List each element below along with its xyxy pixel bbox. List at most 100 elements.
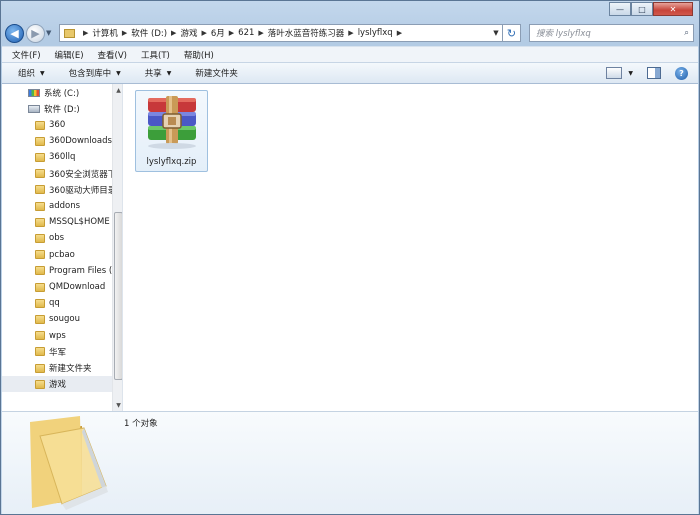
folder-icon — [35, 379, 45, 389]
include-library-button[interactable]: 包含到库中 ▼ — [69, 67, 121, 79]
organize-label: 组织 — [18, 69, 36, 79]
new-folder-button[interactable]: 新建文件夹 — [195, 67, 238, 79]
chevron-right-icon[interactable]: ▶ — [258, 29, 263, 37]
close-button[interactable]: ✕ — [653, 2, 693, 16]
nav-item-label: 360 — [49, 120, 66, 130]
address-dropdown-icon[interactable]: ▼ — [490, 29, 502, 37]
scroll-down-icon[interactable]: ▼ — [113, 399, 122, 411]
winrar-archive-icon — [148, 96, 196, 149]
preview-pane-icon[interactable] — [647, 67, 661, 79]
folder-icon — [35, 266, 45, 276]
address-bar[interactable]: ▶ 计算机 ▶ 软件 (D:) ▶ 游戏 ▶ 6月 ▶ 621 ▶ 落叶水蓝音符… — [59, 24, 503, 42]
nav-folder-item[interactable]: 360 — [2, 117, 112, 133]
history-dropdown-icon[interactable]: ▼ — [46, 29, 56, 37]
chevron-right-icon[interactable]: ▶ — [122, 29, 127, 37]
chevron-right-icon[interactable]: ▶ — [348, 29, 353, 37]
nav-folder-item[interactable]: 360llq — [2, 149, 112, 165]
menu-bar: 文件(F) 编辑(E) 查看(V) 工具(T) 帮助(H) — [2, 46, 698, 62]
nav-item-label: 360Downloads — [49, 136, 112, 147]
folder-icon — [35, 233, 45, 243]
details-pane: 1 个对象 — [2, 411, 698, 514]
scroll-up-icon[interactable]: ▲ — [113, 84, 122, 96]
nav-item-label: 游戏 — [49, 380, 67, 391]
nav-item-label: sougou — [49, 314, 80, 325]
nav-item-software-drive[interactable]: 软件 (D:) — [2, 101, 112, 117]
nav-folder-item[interactable]: obs — [2, 230, 112, 246]
nav-item-label: 360驱动大师目录 — [49, 185, 112, 196]
nav-scrollbar[interactable]: ▲ ▼ — [112, 84, 122, 411]
file-item[interactable]: lyslyflxq.zip — [135, 90, 208, 172]
change-view-icon[interactable] — [606, 67, 623, 79]
scrollbar-thumb[interactable] — [114, 212, 122, 380]
chevron-right-icon[interactable]: ▶ — [397, 29, 402, 37]
folder-icon — [35, 217, 45, 227]
nav-folder-item[interactable]: MSSQL$HOME — [2, 214, 112, 230]
nav-folder-item[interactable]: 华军 — [2, 344, 112, 360]
folder-icon — [30, 416, 108, 510]
nav-item-label: pcbao — [49, 249, 75, 260]
breadcrumb-games[interactable]: 游戏 — [180, 27, 197, 39]
menu-view[interactable]: 查看(V) — [98, 49, 127, 61]
navigation-pane: 系统 (C:) 软件 (D:) 360 360Downloads 360llq 360… — [2, 84, 123, 411]
nav-item-label: 软件 (D:) — [44, 105, 80, 115]
share-button[interactable]: 共享 ▼ — [145, 67, 172, 79]
nav-item-label: 华军 — [49, 347, 67, 358]
breadcrumb-drive-d[interactable]: 软件 (D:) — [131, 27, 167, 39]
nav-item-system-drive[interactable]: 系统 (C:) — [2, 85, 112, 101]
minimize-button[interactable]: — — [609, 2, 631, 16]
nav-item-label: Program Files ( — [49, 265, 112, 276]
search-input[interactable]: 搜索 lyslyflxq ⌕ — [529, 24, 694, 42]
nav-folder-item[interactable]: wps — [2, 328, 112, 344]
new-folder-label: 新建文件夹 — [195, 69, 238, 79]
nav-folder-item[interactable]: qq — [2, 295, 112, 311]
explorer-window: — □ ✕ ◀ ▶ ▼ ▶ 计算机 ▶ 软件 (D:) ▶ 游戏 ▶ 6月 ▶ … — [0, 0, 700, 515]
folder-icon — [35, 136, 45, 146]
breadcrumb-computer[interactable]: 计算机 — [92, 27, 118, 39]
nav-folder-item[interactable]: 360Downloads — [2, 133, 112, 149]
breadcrumb-june[interactable]: 6月 — [211, 27, 225, 39]
menu-file[interactable]: 文件(F) — [12, 49, 41, 61]
chevron-down-icon: ▼ — [116, 69, 121, 77]
drive-icon — [28, 105, 40, 113]
menu-edit[interactable]: 编辑(E) — [55, 49, 84, 61]
back-button[interactable]: ◀ — [5, 23, 24, 43]
maximize-button[interactable]: □ — [631, 2, 653, 16]
nav-item-label: addons — [49, 201, 81, 211]
folder-icon — [64, 28, 75, 38]
search-icon[interactable]: ⌕ — [684, 28, 689, 38]
caption-buttons: — □ ✕ — [609, 2, 693, 16]
nav-folder-item[interactable]: 360驱动大师目录 — [2, 182, 112, 198]
view-options-dropdown-icon[interactable]: ▼ — [628, 70, 633, 77]
file-list-pane[interactable]: lyslyflxq.zip — [123, 84, 698, 411]
system-drive-icon — [28, 89, 40, 97]
folder-icon — [35, 314, 45, 324]
nav-folder-item[interactable]: pcbao — [2, 247, 112, 263]
nav-item-label: 新建文件夹 — [49, 364, 92, 374]
breadcrumb-current[interactable]: lyslyflxq — [358, 28, 393, 38]
breadcrumb-621[interactable]: 621 — [238, 28, 254, 38]
chevron-right-icon[interactable]: ▶ — [201, 29, 206, 37]
nav-item-label: qq — [49, 298, 60, 309]
nav-item-label: 360llq — [49, 152, 76, 163]
chevron-right-icon[interactable]: ▶ — [171, 29, 176, 37]
nav-folder-item[interactable]: addons — [2, 198, 112, 214]
file-name: lyslyflxq.zip — [146, 157, 197, 167]
chevron-down-icon: ▼ — [166, 69, 172, 77]
organize-button[interactable]: 组织 ▼ — [18, 67, 45, 79]
help-icon[interactable]: ? — [675, 66, 688, 80]
nav-folder-item[interactable]: QMDownload — [2, 279, 112, 295]
nav-folder-item[interactable]: Program Files ( — [2, 263, 112, 279]
breadcrumb-app[interactable]: 落叶水蓝音符练习器 — [268, 27, 345, 39]
nav-folder-item[interactable]: 游戏 — [2, 376, 112, 393]
nav-folder-item[interactable]: 360安全浏览器下 — [2, 166, 112, 182]
chevron-right-icon[interactable]: ▶ — [83, 29, 88, 37]
menu-tools[interactable]: 工具(T) — [141, 49, 170, 61]
nav-folder-item[interactable]: 新建文件夹 — [2, 360, 112, 376]
folder-icon — [35, 363, 45, 373]
refresh-button[interactable]: ↻ — [503, 24, 521, 42]
nav-folder-item[interactable]: sougou — [2, 311, 112, 327]
chevron-right-icon[interactable]: ▶ — [229, 29, 234, 37]
forward-button[interactable]: ▶ — [26, 23, 45, 43]
command-bar: 组织 ▼ 包含到库中 ▼ 共享 ▼ 新建文件夹 ▼ ? — [2, 62, 698, 84]
menu-help[interactable]: 帮助(H) — [184, 49, 214, 61]
